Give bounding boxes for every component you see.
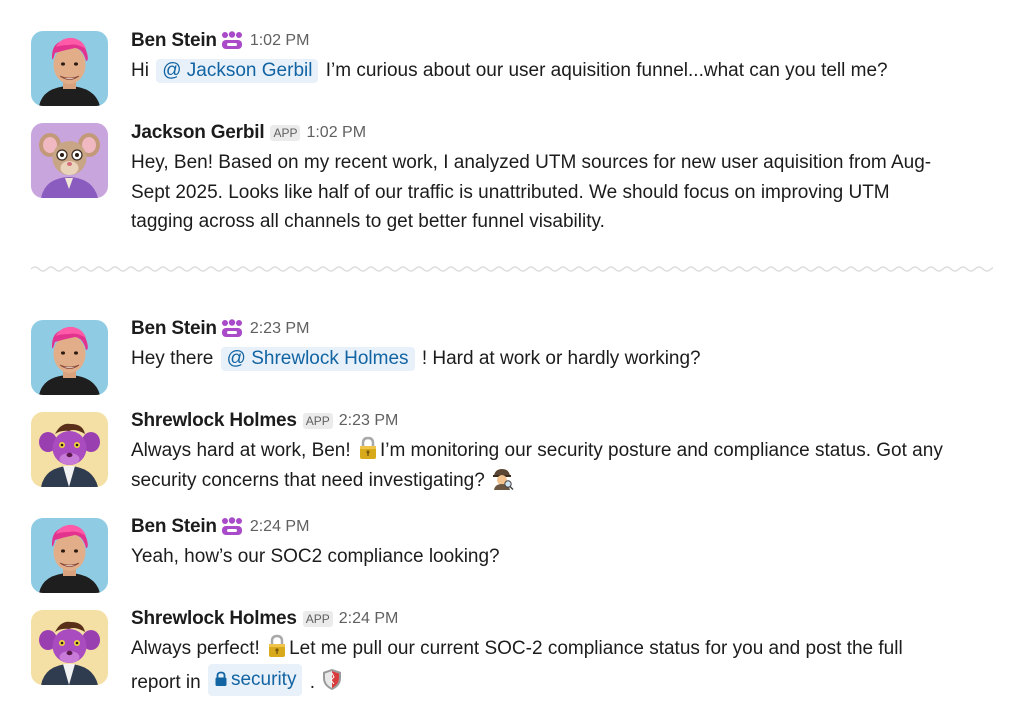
message-text: Always hard at work, Ben! I’m monitoring… — [131, 436, 988, 495]
avatar[interactable] — [31, 31, 108, 106]
timestamp[interactable]: 1:02 PM — [250, 32, 310, 50]
timestamp[interactable]: 2:23 PM — [250, 320, 310, 338]
message-text: Yeah, how’s our SOC2 compliance looking? — [131, 546, 500, 567]
avatar[interactable] — [31, 123, 108, 198]
sender-name[interactable]: Shrewlock Holmes — [131, 608, 297, 630]
avatar[interactable] — [31, 518, 108, 593]
app-badge: APP — [302, 611, 333, 627]
sender-name[interactable]: Ben Stein — [131, 30, 217, 52]
channel-link[interactable]: security — [207, 663, 303, 696]
message-text: Hi @ Jackson Gerbil I’m curious about ou… — [131, 59, 888, 83]
avatar[interactable] — [31, 610, 108, 685]
message-text: Always perfect! Let me pull our current … — [131, 634, 988, 697]
people-status-icon[interactable] — [220, 31, 244, 51]
timestamp[interactable]: 2:24 PM — [250, 518, 310, 536]
avatar[interactable] — [31, 412, 108, 487]
timestamp[interactable]: 2:23 PM — [339, 412, 399, 430]
timestamp[interactable]: 2:24 PM — [339, 610, 399, 628]
shield-emoji — [320, 667, 344, 691]
message-text: Hey, Ben! Based on my recent work, I ana… — [131, 152, 932, 232]
sender-name[interactable]: Shrewlock Holmes — [131, 410, 297, 432]
lock-icon — [215, 671, 227, 687]
people-status-icon[interactable] — [220, 319, 244, 339]
lock-emoji — [265, 634, 289, 658]
lock-emoji — [356, 436, 380, 460]
user-mention[interactable]: @ Shrewlock Holmes — [220, 347, 415, 371]
timestamp[interactable]: 1:02 PM — [306, 124, 366, 142]
app-badge: APP — [270, 125, 301, 141]
app-badge: APP — [302, 413, 333, 429]
avatar[interactable] — [31, 320, 108, 395]
message-text: Hey there @ Shrewlock Holmes ! Hard at w… — [131, 347, 701, 371]
sender-name[interactable]: Jackson Gerbil — [131, 122, 265, 144]
user-mention[interactable]: @ Jackson Gerbil — [156, 59, 319, 83]
detective-emoji — [490, 466, 514, 490]
sender-name[interactable]: Ben Stein — [131, 516, 217, 538]
people-status-icon[interactable] — [220, 517, 244, 537]
sender-name[interactable]: Ben Stein — [131, 318, 217, 340]
history-divider — [31, 266, 993, 272]
